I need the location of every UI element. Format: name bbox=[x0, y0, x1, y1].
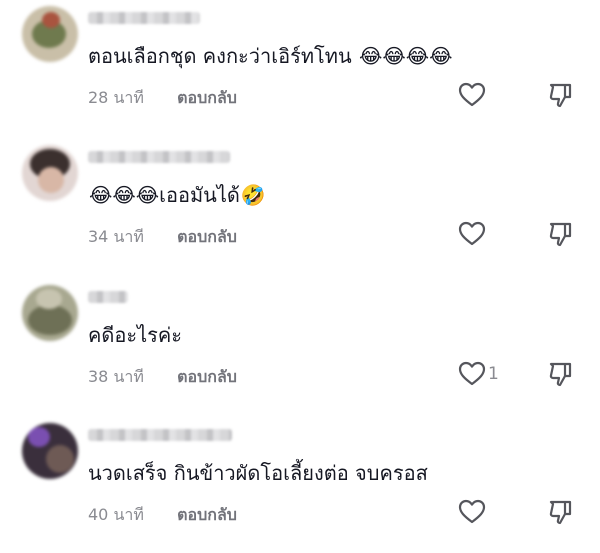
comment-text: 😂😂😂เออมันได้🤣 bbox=[88, 181, 266, 209]
heart-outline-icon bbox=[458, 221, 486, 246]
like-button[interactable] bbox=[458, 499, 488, 525]
thumbs-down-icon bbox=[549, 362, 572, 387]
comment-text: ตอนเลือกชุด คงกะว่าเอิร์ทโทน 😂😂😂😂 bbox=[88, 42, 452, 70]
comment-text: นวดเสร็จ กินข้าวผัดโอเลี้ยงต่อ จบครอส bbox=[88, 459, 428, 487]
avatar[interactable] bbox=[22, 285, 78, 341]
comment-meta: 40 นาที ตอบกลับ bbox=[88, 503, 237, 528]
emoji-group: 😂😂😂😂 bbox=[359, 44, 453, 68]
reply-button[interactable]: ตอบกลับ bbox=[177, 227, 237, 246]
username-blurred[interactable] bbox=[88, 151, 230, 163]
thumbs-down-icon bbox=[549, 222, 572, 247]
comment-meta: 28 นาที ตอบกลับ bbox=[88, 86, 237, 111]
comment-meta: 34 นาที ตอบกลับ bbox=[88, 225, 237, 250]
username-blurred[interactable] bbox=[88, 12, 200, 24]
dislike-button[interactable] bbox=[548, 82, 574, 114]
comment-item: นวดเสร็จ กินข้าวผัดโอเลี้ยงต่อ จบครอส 40… bbox=[0, 423, 600, 553]
comment-body: คดีอะไรค่ะ bbox=[88, 323, 183, 347]
avatar[interactable] bbox=[22, 6, 78, 62]
username-blurred[interactable] bbox=[88, 429, 232, 441]
comment-body: เออมันได้ bbox=[159, 183, 240, 207]
username-blurred[interactable] bbox=[88, 291, 128, 303]
avatar[interactable] bbox=[22, 423, 78, 479]
comment-time: 38 นาที bbox=[88, 367, 144, 386]
comment-meta: 38 นาที ตอบกลับ bbox=[88, 365, 237, 390]
comment-body: นวดเสร็จ กินข้าวผัดโอเลี้ยงต่อ จบครอส bbox=[88, 461, 428, 485]
heart-outline-icon bbox=[458, 82, 486, 107]
heart-outline-icon bbox=[458, 499, 486, 524]
reply-button[interactable]: ตอบกลับ bbox=[177, 505, 237, 524]
thumbs-down-icon bbox=[549, 83, 572, 108]
comment-time: 28 นาที bbox=[88, 88, 144, 107]
comment-body: ตอนเลือกชุด คงกะว่าเอิร์ทโทน bbox=[88, 44, 352, 68]
like-button[interactable] bbox=[458, 82, 488, 108]
reply-button[interactable]: ตอบกลับ bbox=[177, 88, 237, 107]
like-button[interactable]: 1 bbox=[458, 361, 499, 387]
emoji-trailing: 🤣 bbox=[240, 183, 266, 207]
heart-outline-icon bbox=[458, 361, 486, 386]
comment-item: 😂😂😂เออมันได้🤣 34 นาที ตอบกลับ bbox=[0, 145, 600, 275]
avatar[interactable] bbox=[22, 145, 78, 201]
reply-button[interactable]: ตอบกลับ bbox=[177, 367, 237, 386]
emoji-group: 😂😂😂 bbox=[89, 183, 160, 207]
like-button[interactable] bbox=[458, 221, 488, 247]
comment-time: 40 นาที bbox=[88, 505, 144, 524]
dislike-button[interactable] bbox=[548, 499, 574, 531]
comment-item: คดีอะไรค่ะ 38 นาที ตอบกลับ 1 bbox=[0, 285, 600, 415]
comment-text: คดีอะไรค่ะ bbox=[88, 321, 182, 349]
comment-time: 34 นาที bbox=[88, 227, 144, 246]
comment-item: ตอนเลือกชุด คงกะว่าเอิร์ทโทน 😂😂😂😂 28 นาท… bbox=[0, 6, 600, 136]
dislike-button[interactable] bbox=[548, 361, 574, 393]
thumbs-down-icon bbox=[549, 500, 572, 525]
like-count: 1 bbox=[488, 364, 499, 384]
dislike-button[interactable] bbox=[548, 221, 574, 253]
